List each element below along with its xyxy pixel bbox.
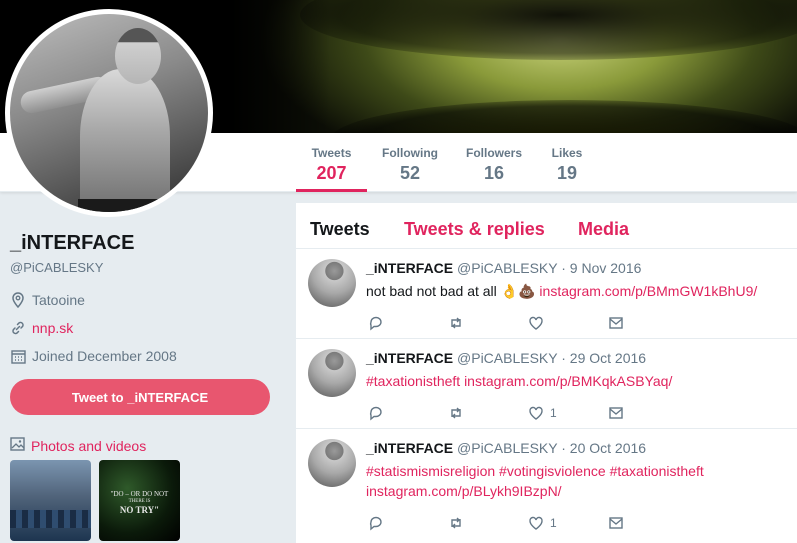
retweet-icon [451, 317, 461, 329]
tweet-actions [368, 315, 688, 331]
like-count: 1 [550, 516, 557, 530]
nav-likes[interactable]: Likes 19 [546, 133, 588, 192]
tweet-item[interactable]: _iNTERFACE @PiCABLESKY · 29 Oct 2016 #ta… [296, 339, 797, 429]
avatar[interactable] [308, 259, 356, 307]
link-icon [10, 320, 26, 336]
nav-likes-count: 19 [556, 163, 578, 183]
reply-icon [369, 406, 382, 421]
nav-followers-count: 16 [483, 163, 505, 183]
profile-name: _iNTERFACE [10, 232, 135, 254]
tab-tweets-replies[interactable]: Tweets & replies [404, 219, 545, 240]
calendar-icon [10, 348, 26, 364]
location-text: Tatooine [32, 292, 85, 308]
tweet-date[interactable]: · 20 Oct 2016 [561, 440, 646, 456]
tweet-item[interactable]: _iNTERFACE @PiCABLESKY · 20 Oct 2016 #st… [296, 429, 797, 543]
heart-icon [529, 406, 543, 420]
thumbnail-quote-line-3: NO TRY" [119, 505, 160, 515]
tweet-hashtag[interactable]: #taxationistheft [366, 373, 460, 389]
tweet-actions: 1 [368, 405, 688, 421]
tweet-author-name[interactable]: _iNTERFACE [366, 350, 453, 366]
timeline-tabs: Tweets Tweets & replies Media [296, 203, 797, 249]
profile-location: Tatooine [10, 292, 85, 308]
media-thumbnail-2[interactable]: "DO – OR DO NOT THERE IS NO TRY" [99, 460, 180, 541]
joined-text: Joined December 2008 [32, 348, 177, 364]
retweet-icon [451, 407, 461, 419]
envelope-icon [609, 407, 623, 419]
avatar[interactable] [308, 349, 356, 397]
envelope-icon [609, 317, 623, 329]
nav-following-label: Following [382, 146, 438, 160]
reply-icon [369, 516, 382, 531]
profile-joined: Joined December 2008 [10, 348, 177, 364]
tweet-author-handle: @PiCABLESKY [457, 350, 558, 366]
nav-following-count: 52 [399, 163, 421, 183]
profile-website: nnp.sk [10, 320, 73, 336]
profile-avatar[interactable] [5, 9, 213, 217]
tab-tweets[interactable]: Tweets [310, 219, 370, 240]
profile-handle[interactable]: @PiCABLESKY [10, 260, 103, 275]
thumbnail-quote-line-2: THERE IS [128, 499, 151, 504]
tweet-hashtag[interactable]: #statismismisreligion [366, 463, 495, 479]
dm-button[interactable] [608, 515, 688, 531]
envelope-icon [609, 517, 623, 529]
tweet-author-name[interactable]: _iNTERFACE [366, 440, 453, 456]
location-pin-icon [10, 292, 26, 308]
nav-tweets[interactable]: Tweets 207 [296, 133, 367, 192]
nav-following[interactable]: Following 52 [378, 133, 442, 192]
tweet-item[interactable]: _iNTERFACE @PiCABLESKY · 9 Nov 2016 not … [296, 249, 797, 339]
reply-button[interactable] [368, 515, 448, 531]
tab-media[interactable]: Media [578, 219, 629, 240]
like-button[interactable]: 1 [528, 515, 608, 531]
tweet-author-name[interactable]: _iNTERFACE [366, 260, 453, 276]
nav-followers-label: Followers [465, 146, 522, 160]
tweet-actions: 1 [368, 515, 688, 531]
reply-button[interactable] [368, 405, 448, 421]
heart-icon [529, 316, 543, 330]
tweet-date[interactable]: · 9 Nov 2016 [561, 260, 641, 276]
profile-sidebar: _iNTERFACE @PiCABLESKY Tatooine nnp.sk J… [0, 192, 296, 543]
like-button[interactable] [528, 315, 608, 331]
photos-videos-label: Photos and videos [31, 437, 147, 454]
media-thumbnail-1[interactable] [10, 460, 91, 541]
tweet-link[interactable]: instagram.com/p/BMKqkASBYaq/ [464, 373, 672, 389]
nav-followers[interactable]: Followers 16 [463, 133, 525, 192]
avatar[interactable] [308, 439, 356, 487]
tweet-text: not bad not bad at all 👌💩 [366, 283, 536, 299]
photos-videos-link[interactable]: Photos and videos [10, 437, 146, 454]
tweet-hashtag[interactable]: #taxationistheft [610, 463, 704, 479]
nav-tweets-count: 207 [316, 163, 347, 183]
timeline: Tweets Tweets & replies Media _iNTERFACE… [296, 203, 797, 543]
reply-icon [369, 316, 382, 331]
tweet-author-handle: @PiCABLESKY [457, 260, 558, 276]
tweet-date[interactable]: · 29 Oct 2016 [561, 350, 646, 366]
retweet-button[interactable] [448, 405, 528, 421]
nav-likes-label: Likes [551, 146, 583, 160]
retweet-button[interactable] [448, 515, 528, 531]
heart-icon [529, 516, 543, 530]
tweet-author-handle: @PiCABLESKY [457, 440, 558, 456]
nav-tweets-label: Tweets [311, 146, 352, 160]
tweet-to-button[interactable]: Tweet to _iNTERFACE [10, 379, 270, 415]
retweet-icon [451, 517, 461, 529]
tweet-link[interactable]: instagram.com/p/BLykh9IBzpN/ [366, 483, 562, 499]
dm-button[interactable] [608, 405, 688, 421]
tweet-hashtag[interactable]: #votingisviolence [499, 463, 606, 479]
website-link[interactable]: nnp.sk [32, 320, 73, 336]
thumbnail-quote-line-1: "DO – OR DO NOT [110, 490, 169, 498]
tweet-link[interactable]: instagram.com/p/BMmGW1kBhU9/ [539, 283, 757, 299]
like-count: 1 [550, 406, 557, 420]
retweet-button[interactable] [448, 315, 528, 331]
reply-button[interactable] [368, 315, 448, 331]
like-button[interactable]: 1 [528, 405, 608, 421]
image-icon [10, 437, 25, 454]
dm-button[interactable] [608, 315, 688, 331]
